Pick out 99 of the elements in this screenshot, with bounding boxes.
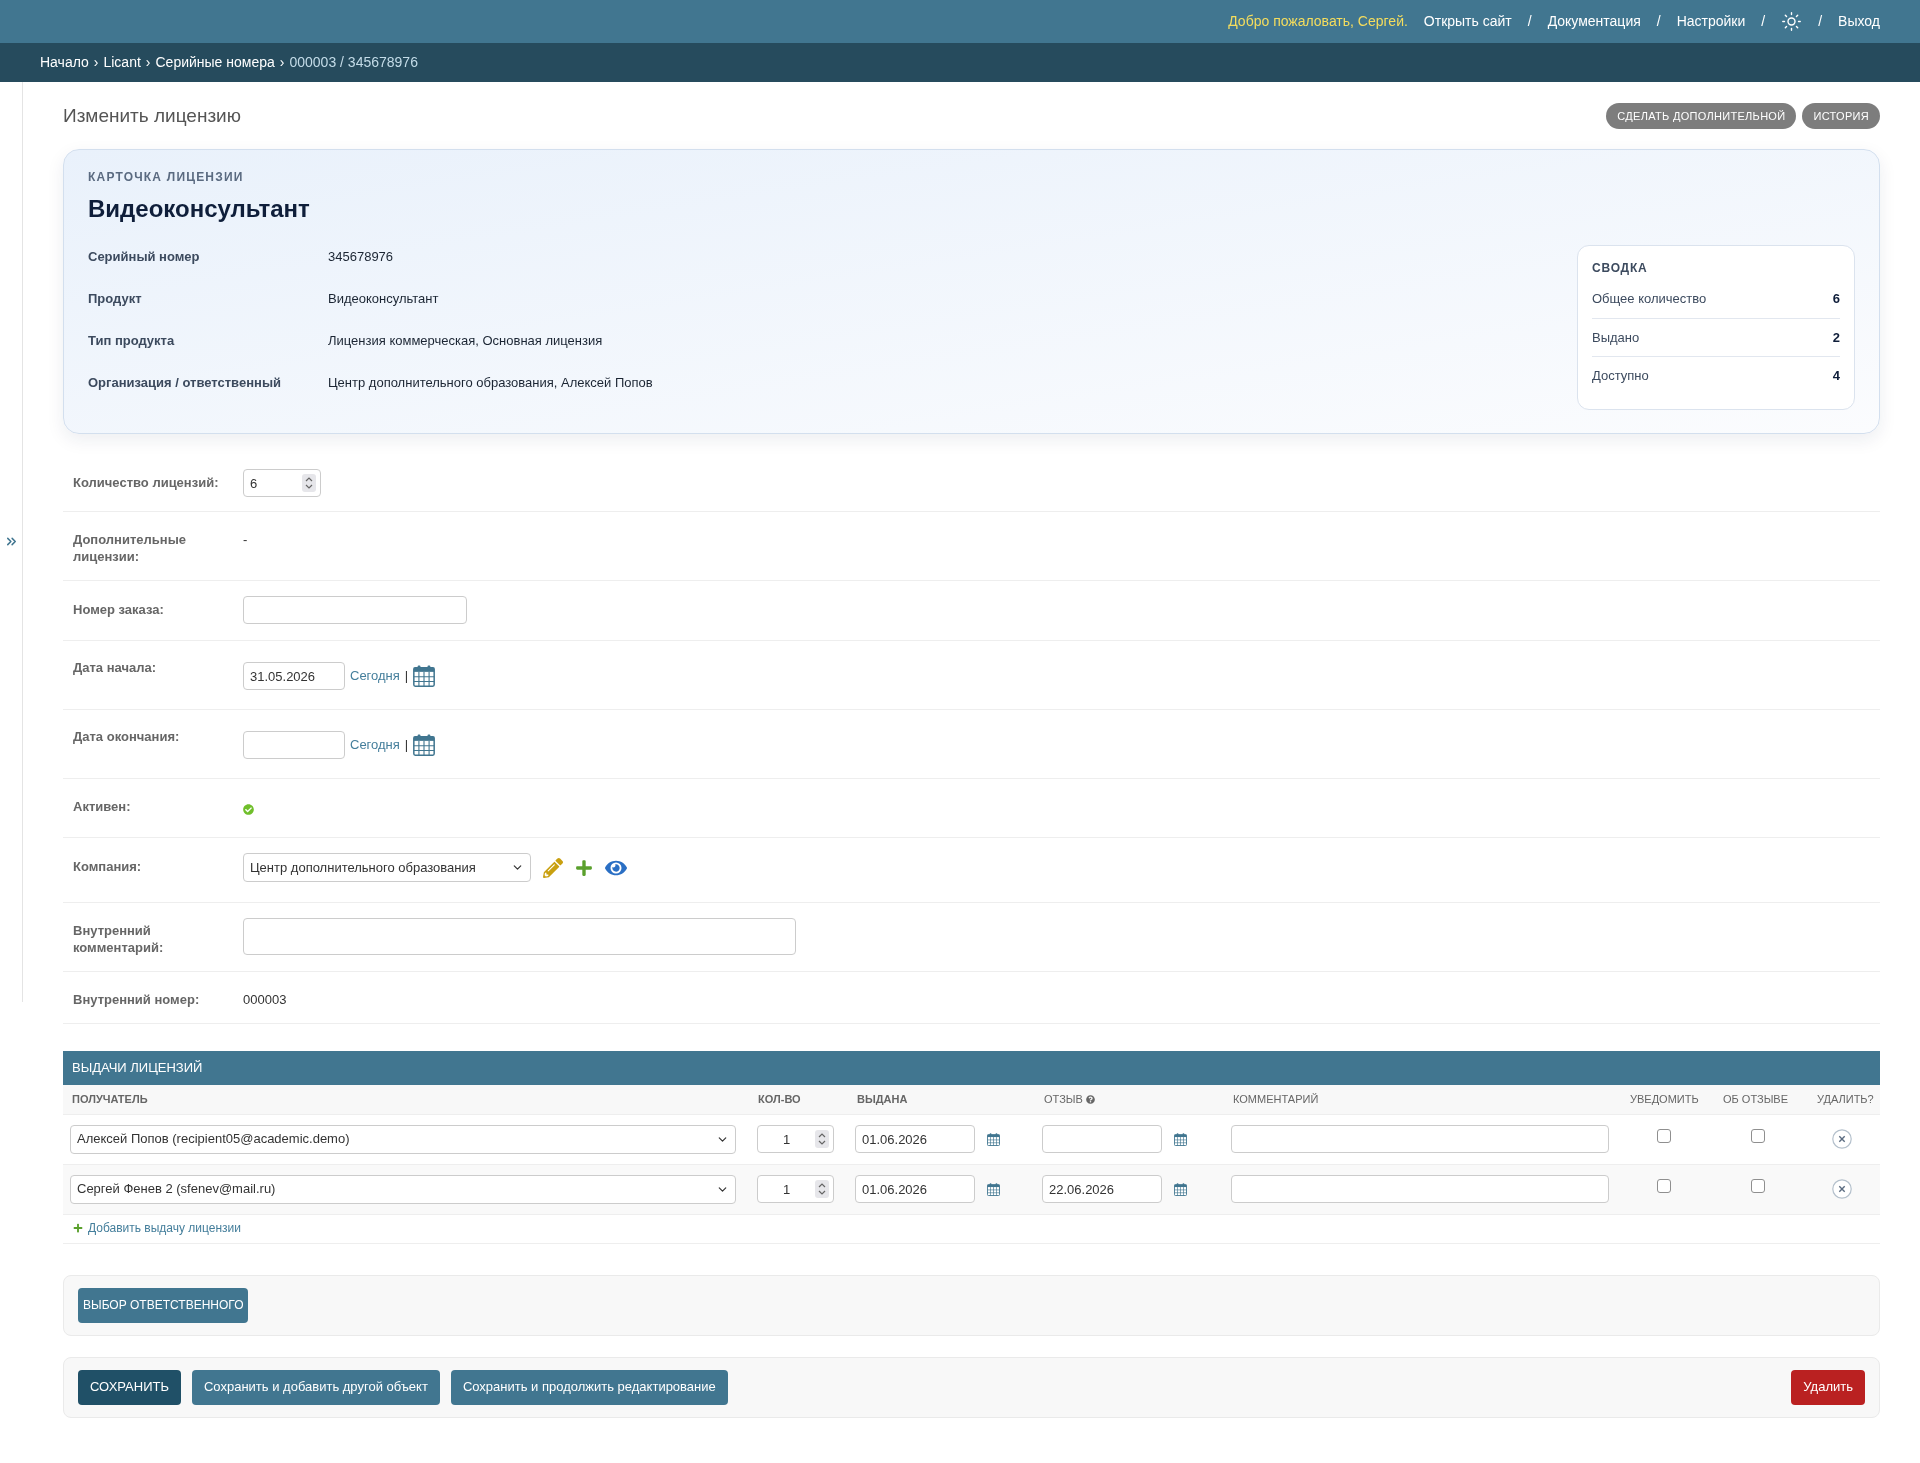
comment-field[interactable]: [1231, 1175, 1609, 1203]
calendar-icon[interactable]: [1174, 1132, 1187, 1146]
comment-field[interactable]: [1231, 1125, 1609, 1153]
save-button[interactable]: СОХРАНИТЬ: [78, 1369, 181, 1405]
welcome-text: Добро пожаловать, Сергей.: [1228, 12, 1408, 31]
issue-date-field[interactable]: 01.06.2026: [855, 1125, 975, 1153]
help-icon: [1085, 1094, 1095, 1104]
sun-icon[interactable]: [1781, 11, 1803, 32]
breadcrumb-separator: ›: [279, 53, 285, 72]
nav-separator: /: [1761, 12, 1766, 31]
nav-separator: /: [1527, 12, 1532, 31]
checkbox[interactable]: [1657, 1129, 1671, 1144]
column-header: ОБ ОТЗЫВЕ: [1714, 1085, 1808, 1114]
company-select[interactable]: Центр дополнительного образования: [243, 853, 531, 882]
page-title: Изменить лицензию: [63, 104, 241, 128]
breadcrumb-link[interactable]: Licant: [103, 52, 141, 73]
spin-arrows-icon[interactable]: [815, 1180, 829, 1198]
save-button[interactable]: Сохранить и добавить другой объект: [192, 1369, 440, 1405]
summary-label: Доступно: [1592, 366, 1649, 385]
recipient-select[interactable]: Алексей Попов (recipient05@academic.demo): [70, 1124, 736, 1154]
column-header: ОТЗЫВ: [1035, 1085, 1224, 1114]
checkbox[interactable]: [1657, 1179, 1671, 1194]
inline-title: ВЫДАЧИ ЛИЦЕНЗИЙ: [72, 1059, 203, 1078]
save-button[interactable]: Сохранить и продолжить редактирование: [450, 1369, 728, 1405]
field-label: Активен:: [73, 798, 132, 815]
field-label: Количество лицензий:: [73, 474, 220, 491]
column-header: КОЛ-ВО: [749, 1085, 848, 1114]
today-link[interactable]: Сегодня: [350, 666, 400, 686]
card-field-value: 345678976: [328, 248, 395, 267]
summary-value: 6: [1832, 290, 1840, 309]
calendar-icon[interactable]: [413, 665, 436, 687]
card-field-value: Лицензия коммерческая, Основная лицензия: [328, 332, 604, 351]
calendar-icon[interactable]: [987, 1182, 1000, 1196]
link-separator: |: [404, 736, 409, 755]
column-header: ПОЛУЧАТЕЛЬ: [63, 1085, 749, 1114]
field-label: Компания:: [73, 858, 143, 875]
spin-arrows-icon[interactable]: [815, 1130, 829, 1148]
field-label: Внутренний номер:: [73, 991, 201, 1008]
card-field-label: Организация / ответственный: [88, 374, 282, 393]
column-header: ВЫДАНА: [848, 1085, 1035, 1114]
add-row-link[interactable]: Добавить выдачу лицензии: [73, 1218, 242, 1237]
plus-icon: [73, 1222, 83, 1233]
breadcrumb-separator: ›: [145, 53, 151, 72]
card-field-label: Продукт: [88, 290, 143, 309]
field-label: Номер заказа:: [73, 601, 165, 618]
checkbox[interactable]: [1751, 1179, 1765, 1194]
pencil-icon[interactable]: [543, 857, 563, 878]
summary-value: 2: [1832, 328, 1840, 347]
card-field-label: Тип продукта: [88, 332, 176, 351]
date-field[interactable]: 31.05.2026: [243, 662, 345, 690]
object-tool-button[interactable]: СДЕЛАТЬ ДОПОЛНИТЕЛЬНОЙ: [1606, 103, 1797, 129]
field-label: Дата окончания:: [73, 728, 181, 745]
summary-title: СВОДКА: [1592, 260, 1649, 276]
nav-separator: /: [1818, 12, 1823, 31]
summary-label: Общее количество: [1592, 290, 1707, 309]
breadcrumb-link[interactable]: Серийные номера: [155, 52, 275, 73]
card-field-label: Серийный номер: [88, 248, 201, 267]
issue-date-field[interactable]: 01.06.2026: [855, 1175, 975, 1203]
card-field-value: Видеоконсультант: [328, 290, 440, 309]
column-header: УВЕДОМИТЬ: [1621, 1085, 1714, 1114]
calendar-icon[interactable]: [987, 1132, 1000, 1146]
plus-icon[interactable]: [575, 858, 593, 877]
readonly-value: -: [243, 531, 248, 548]
summary-label: Выдано: [1592, 328, 1640, 347]
field-label: Дата начала:: [73, 659, 158, 676]
comment-field[interactable]: [243, 918, 796, 955]
calendar-icon[interactable]: [1174, 1182, 1187, 1196]
object-tool-button[interactable]: ИСТОРИЯ: [1802, 103, 1880, 129]
header-link[interactable]: Настройки: [1676, 11, 1746, 32]
revoke-date-field[interactable]: 22.06.2026: [1042, 1175, 1162, 1203]
responsible-button[interactable]: ВЫБОР ОТВЕТСТВЕННОГО: [78, 1287, 249, 1323]
header-link[interactable]: Документация: [1547, 11, 1641, 32]
field-label: Внутренний комментарий:: [73, 922, 165, 956]
text-field[interactable]: [243, 596, 467, 624]
header-link[interactable]: Открыть сайт: [1423, 11, 1512, 32]
spin-arrows-icon[interactable]: [302, 474, 316, 492]
breadcrumb-separator: ›: [93, 53, 99, 72]
readonly-value: 000003: [243, 991, 287, 1008]
column-header: КОММЕНТАРИЙ: [1224, 1085, 1621, 1114]
card-title: Видеоконсультант: [88, 195, 311, 223]
calendar-icon[interactable]: [413, 734, 436, 756]
card-field-value: Центр дополнительного образования, Алексей Попов: [328, 374, 654, 393]
recipient-select[interactable]: Сергей Фенев 2 (sfenev@mail.ru): [70, 1174, 736, 1204]
summary-value: 4: [1832, 366, 1840, 385]
column-header: УДАЛИТЬ?: [1808, 1085, 1880, 1114]
card-eyebrow: КАРТОЧКА ЛИЦЕНЗИИ: [88, 170, 245, 185]
nav-separator: /: [1656, 12, 1661, 31]
revoke-date-field[interactable]: [1042, 1125, 1162, 1153]
breadcrumb-current: 000003 / 345678976: [289, 53, 418, 72]
breadcrumb-link[interactable]: Начало: [40, 52, 89, 73]
field-label: Дополнительные лицензии:: [73, 531, 187, 565]
link-separator: |: [404, 667, 409, 686]
today-link[interactable]: Сегодня: [350, 735, 400, 755]
remove-icon[interactable]: [1832, 1179, 1852, 1199]
checkbox[interactable]: [1751, 1129, 1765, 1144]
date-field[interactable]: [243, 731, 345, 759]
delete-button[interactable]: Удалить: [1791, 1369, 1865, 1405]
header-link[interactable]: Выход: [1838, 11, 1880, 32]
remove-icon[interactable]: [1832, 1129, 1852, 1149]
